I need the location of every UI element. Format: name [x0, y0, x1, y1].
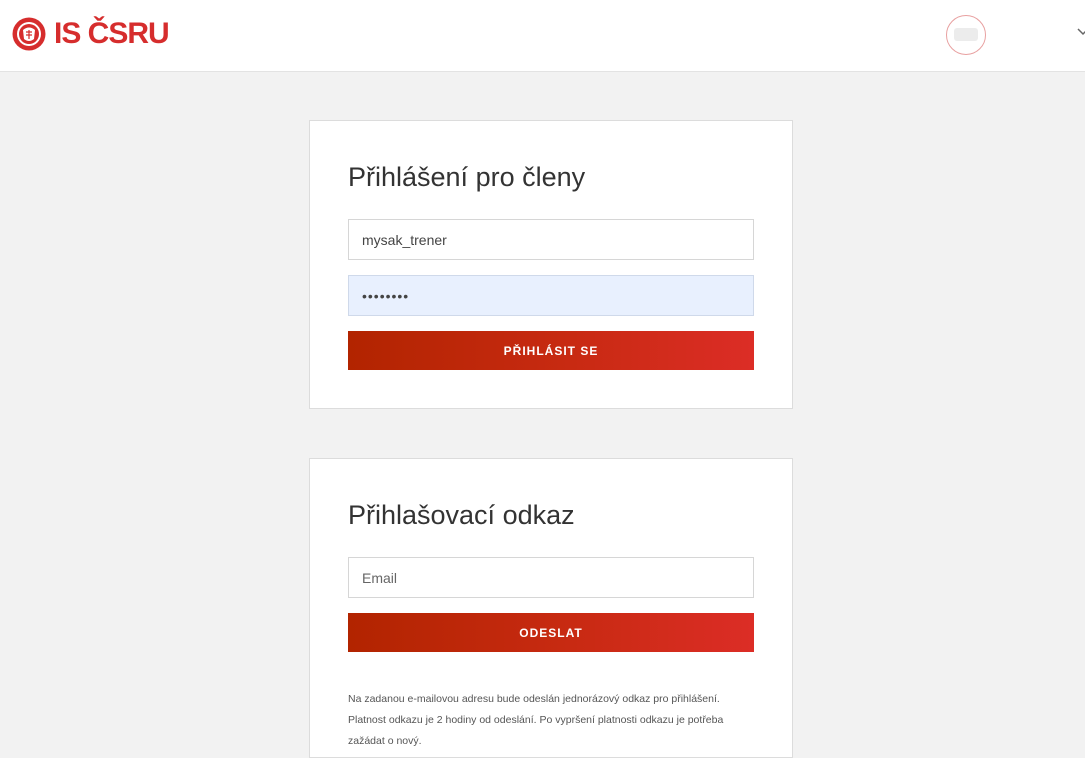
magic-link-card: Přihlašovací odkaz ODESLAT Na zadanou e-…: [309, 458, 793, 758]
send-link-button[interactable]: ODESLAT: [348, 613, 754, 652]
email-input[interactable]: [348, 557, 754, 598]
login-title: Přihlášení pro členy: [348, 162, 586, 192]
magic-link-note: Na zadanou e-mailovou adresu bude odeslá…: [348, 693, 724, 747]
password-input[interactable]: [348, 275, 754, 316]
top-header: IS ČSRU: [0, 0, 1085, 72]
logo-text: IS ČSRU: [54, 17, 170, 50]
rugby-emblem-icon: [12, 17, 46, 51]
chevron-down-icon[interactable]: [1076, 24, 1085, 38]
avatar-placeholder: [954, 28, 978, 41]
magic-link-title: Přihlašovací odkaz: [348, 500, 575, 530]
login-card: Přihlášení pro členy PŘIHLÁSIT SE: [309, 120, 793, 409]
user-avatar[interactable]: [946, 15, 986, 55]
logo[interactable]: IS ČSRU: [12, 17, 170, 51]
username-input[interactable]: [348, 219, 754, 260]
login-button[interactable]: PŘIHLÁSIT SE: [348, 331, 754, 370]
